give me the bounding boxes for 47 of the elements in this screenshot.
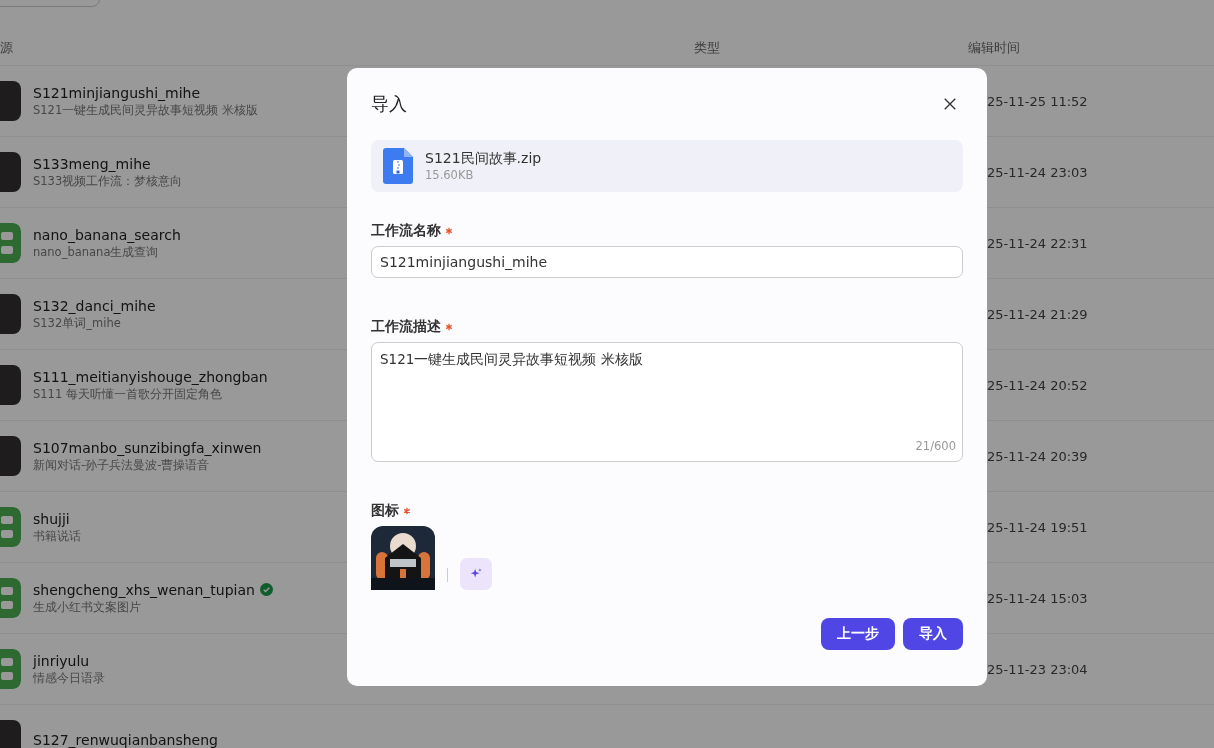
column-header: 编辑时间 [968, 38, 1021, 57]
edit-time: 25-11-23 23:04 [986, 661, 1088, 677]
haunted-house-icon[interactable] [371, 526, 435, 590]
import-button[interactable]: 导入 [903, 618, 963, 650]
workflow-name[interactable]: S127_renwuqianbansheng [33, 732, 218, 748]
edit-time: 25-11-24 20:39 [986, 448, 1088, 464]
character-counter: 21/600 [915, 439, 956, 453]
edit-time: 25-11-24 22:31 [986, 235, 1088, 251]
workflow-name[interactable]: nano_banana_search [33, 226, 181, 243]
workflow-description: 新闻对话-孙子兵法曼波-曹操语音 [33, 457, 211, 473]
workflow-description: S132单词_mihe [33, 315, 122, 331]
workflow-description: S133视频工作流：梦核意向 [33, 173, 183, 189]
back-button[interactable]: 上一步 [821, 618, 895, 650]
workflow-name[interactable]: S132_danci_mihe [33, 297, 156, 314]
zip-file-icon [383, 148, 413, 184]
edit-time: 25-11-24 19:51 [986, 519, 1088, 535]
workflow-description: 情感今日语录 [33, 670, 105, 686]
field-label: 工作流描述 [371, 318, 441, 336]
workflow-description: nano_banana生成查询 [33, 244, 160, 260]
workflow-name[interactable]: S107manbo_sunzibingfa_xinwen [33, 439, 262, 456]
dialog-title: 导入 [371, 92, 407, 116]
close-icon[interactable] [943, 97, 957, 111]
name-input[interactable]: S121minjiangushi_mihe [371, 246, 963, 278]
workflow-description: S121一键生成民间灵异故事短视频 米核版 [33, 102, 258, 118]
edit-time: 25-11-24 20:52 [986, 377, 1088, 393]
edit-time: 25-11-25 11:52 [986, 93, 1088, 109]
description-text: S121一键生成民间灵异故事短视频 米核版 [380, 351, 643, 367]
workflow-name[interactable]: S111_meitianyishouge_zhongban [33, 368, 268, 385]
file-name: S121民间故事.zip [425, 150, 542, 168]
file-size: 15.60KB [425, 168, 475, 182]
edit-time: 25-11-24 23:03 [986, 164, 1088, 180]
column-header: 类型 [694, 38, 721, 57]
workflow-name[interactable]: S133meng_mihe [33, 155, 151, 172]
field-label: 图标 [371, 502, 399, 520]
workflow-name[interactable]: S121minjiangushi_mihe [33, 84, 201, 101]
column-header: 源 [0, 38, 14, 57]
workflow-name[interactable]: shujji [33, 510, 70, 527]
workflow-name[interactable]: shengcheng_xhs_wenan_tupian [33, 581, 255, 598]
workflow-description: 生成小红书文案图片 [33, 599, 142, 615]
workflow-description: 书籍说话 [33, 528, 81, 544]
ai-generate-button[interactable] [460, 558, 492, 590]
edit-time: 25-11-24 15:03 [986, 590, 1088, 606]
description-textarea[interactable]: S121一键生成民间灵异故事短视频 米核版 21/600 [371, 342, 963, 462]
workflow-description: S111 每天听懂一首歌分开固定角色 [33, 386, 223, 402]
field-label: 工作流名称 [371, 222, 441, 240]
workflow-name[interactable]: jinriyulu [33, 652, 90, 669]
edit-time: 25-11-24 21:29 [986, 306, 1088, 322]
